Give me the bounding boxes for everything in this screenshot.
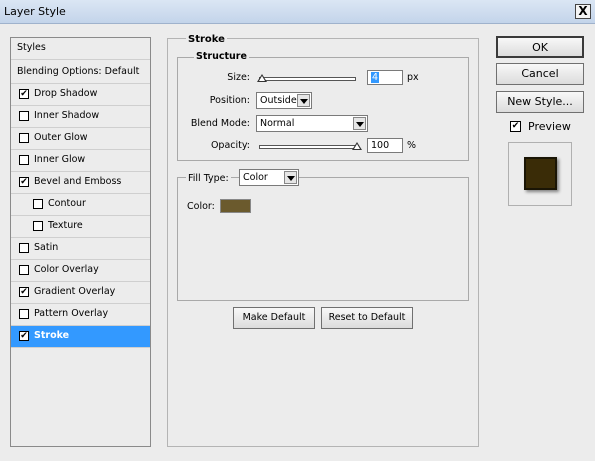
style-checkbox-gradient-overlay[interactable]: ✔: [19, 287, 29, 297]
opacity-slider-thumb[interactable]: [352, 142, 362, 150]
size-label: Size:: [227, 72, 250, 83]
blending-options-item[interactable]: Blending Options: Default: [11, 62, 150, 84]
chevron-down-icon[interactable]: [284, 171, 297, 184]
opacity-value: 100: [371, 140, 390, 151]
opacity-input[interactable]: 100: [367, 138, 403, 153]
stroke-panel-title: Stroke: [186, 34, 227, 45]
style-checkbox-satin[interactable]: [19, 243, 29, 253]
cancel-button[interactable]: Cancel: [496, 63, 584, 85]
style-label-bevel-and-emboss: Bevel and Emboss: [34, 176, 122, 187]
opacity-label: Opacity:: [210, 140, 250, 151]
style-item-outer-glow[interactable]: Outer Glow: [11, 128, 150, 150]
new-style-button[interactable]: New Style...: [496, 91, 584, 113]
style-item-pattern-overlay[interactable]: Pattern Overlay: [11, 304, 150, 326]
position-select[interactable]: Outside: [256, 92, 312, 109]
title-bar: Layer Style X: [0, 0, 595, 24]
fill-type-select[interactable]: Color: [239, 169, 299, 186]
fill-group: [177, 177, 469, 301]
blending-options-label: Blending Options: Default: [17, 66, 140, 77]
style-checkbox-contour[interactable]: [33, 199, 43, 209]
style-item-contour[interactable]: Contour: [11, 194, 150, 216]
size-value: 4: [371, 72, 380, 83]
preview-thumbnail: [508, 142, 572, 206]
style-item-texture[interactable]: Texture: [11, 216, 150, 238]
size-unit: px: [407, 72, 419, 83]
style-label-texture: Texture: [48, 220, 83, 231]
preview-swatch: [524, 157, 557, 190]
style-item-stroke[interactable]: ✔ Stroke: [11, 326, 150, 348]
styles-list: Styles Blending Options: Default ✔ Drop S…: [10, 37, 151, 447]
style-item-color-overlay[interactable]: Color Overlay: [11, 260, 150, 282]
style-checkbox-drop-shadow[interactable]: ✔: [19, 89, 29, 99]
style-item-bevel-and-emboss[interactable]: ✔ Bevel and Emboss: [11, 172, 150, 194]
fill-type-value: Color: [243, 172, 268, 183]
blend-mode-select[interactable]: Normal: [256, 115, 368, 132]
style-checkbox-color-overlay[interactable]: [19, 265, 29, 275]
chevron-down-icon[interactable]: [297, 94, 310, 107]
style-item-inner-glow[interactable]: Inner Glow: [11, 150, 150, 172]
style-item-gradient-overlay[interactable]: ✔ Gradient Overlay: [11, 282, 150, 304]
style-checkbox-outer-glow[interactable]: [19, 133, 29, 143]
style-label-gradient-overlay: Gradient Overlay: [34, 286, 116, 297]
styles-header-label: Styles: [17, 42, 46, 53]
style-label-pattern-overlay: Pattern Overlay: [34, 308, 109, 319]
ok-button[interactable]: OK: [496, 36, 584, 58]
style-checkbox-texture[interactable]: [33, 221, 43, 231]
style-item-inner-shadow[interactable]: Inner Shadow: [11, 106, 150, 128]
style-item-satin[interactable]: Satin: [11, 238, 150, 260]
style-checkbox-stroke[interactable]: ✔: [19, 331, 29, 341]
opacity-unit: %: [407, 140, 417, 151]
dialog-body: Styles Blending Options: Default ✔ Drop S…: [0, 24, 595, 461]
window-title: Layer Style: [4, 5, 66, 18]
style-checkbox-inner-glow[interactable]: [19, 155, 29, 165]
preview-label: Preview: [528, 120, 571, 133]
reset-to-default-button[interactable]: Reset to Default: [321, 307, 413, 329]
style-checkbox-inner-shadow[interactable]: [19, 111, 29, 121]
position-label: Position:: [209, 95, 250, 106]
color-swatch[interactable]: [220, 199, 251, 213]
structure-title: Structure: [194, 51, 249, 62]
style-item-drop-shadow[interactable]: ✔ Drop Shadow: [11, 84, 150, 106]
style-label-satin: Satin: [34, 242, 59, 253]
blend-mode-label: Blend Mode:: [190, 118, 250, 129]
color-label: Color:: [187, 201, 215, 212]
preview-checkbox[interactable]: ✔: [510, 121, 521, 132]
style-label-color-overlay: Color Overlay: [34, 264, 99, 275]
style-label-inner-glow: Inner Glow: [34, 154, 86, 165]
size-slider-thumb[interactable]: [257, 74, 267, 82]
style-label-drop-shadow: Drop Shadow: [34, 88, 98, 99]
style-label-inner-shadow: Inner Shadow: [34, 110, 100, 121]
style-label-stroke: Stroke: [34, 330, 70, 341]
fill-type-label: Fill Type:: [186, 173, 231, 184]
position-value: Outside: [260, 95, 297, 106]
make-default-button[interactable]: Make Default: [233, 307, 315, 329]
size-slider[interactable]: [259, 77, 356, 81]
size-input[interactable]: 4: [367, 70, 403, 85]
chevron-down-icon[interactable]: [353, 117, 366, 130]
style-label-outer-glow: Outer Glow: [34, 132, 88, 143]
styles-header[interactable]: Styles: [11, 38, 150, 60]
style-checkbox-pattern-overlay[interactable]: [19, 309, 29, 319]
close-icon[interactable]: X: [575, 4, 591, 19]
blend-mode-value: Normal: [260, 118, 295, 129]
opacity-slider[interactable]: [259, 145, 356, 149]
style-label-contour: Contour: [48, 198, 86, 209]
style-checkbox-bevel-and-emboss[interactable]: ✔: [19, 177, 29, 187]
